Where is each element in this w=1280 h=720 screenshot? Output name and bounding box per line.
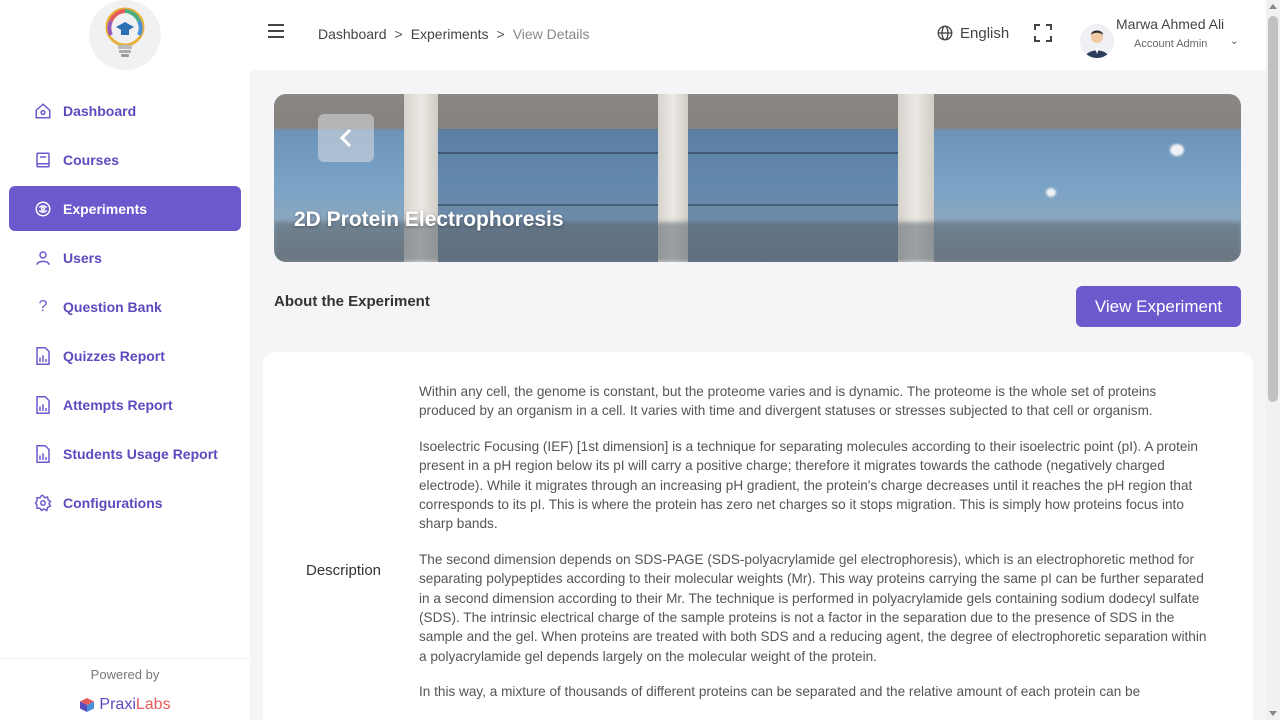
breadcrumb-experiments[interactable]: Experiments <box>411 26 489 42</box>
sidebar-item-label: Quizzes Report <box>63 347 165 364</box>
user-icon <box>33 248 53 268</box>
sidebar-item-attempts-report[interactable]: Attempts Report <box>9 382 241 427</box>
brand-suffix: Labs <box>135 696 171 713</box>
language-selector[interactable]: English <box>936 24 1009 42</box>
sidebar-item-students-usage-report[interactable]: Students Usage Report <box>9 431 241 476</box>
sidebar-item-label: Students Usage Report <box>63 445 218 462</box>
lightbulb-logo-icon <box>105 7 145 57</box>
sidebar-item-question-bank[interactable]: ? Question Bank <box>9 284 241 329</box>
scroll-down-arrow-icon[interactable] <box>1269 711 1277 716</box>
brand-prefix: Praxi <box>99 696 136 713</box>
sidebar-item-configurations[interactable]: Configurations <box>9 480 241 525</box>
banner-lamp <box>1046 188 1056 197</box>
banner-lamp <box>1170 144 1184 156</box>
powered-by-footer: Powered by Praxi Labs <box>0 658 250 720</box>
breadcrumb-separator: > <box>496 26 505 42</box>
sidebar-item-label: Experiments <box>63 200 148 217</box>
home-icon <box>33 101 53 121</box>
sidebar-item-label: Courses <box>63 151 120 168</box>
sidebar-nav: Dashboard Courses Experiments Users ? Qu… <box>9 88 241 529</box>
user-menu[interactable]: Marwa Ahmed Ali Account Admin ⌄ <box>1080 14 1260 62</box>
page-scrollbar[interactable] <box>1266 0 1280 720</box>
sidebar-item-experiments[interactable]: Experiments <box>9 186 241 231</box>
avatar <box>1080 24 1114 58</box>
sidebar-item-label: Configurations <box>63 494 163 511</box>
description-paragraph: The second dimension depends on SDS-PAGE… <box>419 551 1207 664</box>
report-icon <box>33 346 53 366</box>
sidebar: Dashboard Courses Experiments Users ? Qu… <box>0 0 250 720</box>
description-paragraph: In this way, a mixture of thousands of d… <box>419 684 1141 700</box>
book-icon <box>33 150 53 170</box>
scroll-up-arrow-icon[interactable] <box>1269 4 1277 9</box>
globe-icon <box>937 25 953 41</box>
gear-icon <box>33 493 53 513</box>
sidebar-item-label: Question Bank <box>63 298 162 315</box>
question-icon: ? <box>38 297 48 315</box>
user-role: Account Admin <box>1134 38 1208 50</box>
sidebar-item-users[interactable]: Users <box>9 235 241 280</box>
chevron-left-icon <box>339 128 352 148</box>
description-text: Within any cell, the genome is constant,… <box>419 382 1211 718</box>
experiment-banner: 2D Protein Electrophoresis <box>274 94 1241 262</box>
sidebar-item-label: Users <box>63 249 102 266</box>
description-paragraph: Within any cell, the genome is constant,… <box>419 384 1157 419</box>
scroll-thumb[interactable] <box>1268 16 1278 402</box>
chevron-down-icon: ⌄ <box>1230 36 1239 47</box>
sidebar-item-label: Attempts Report <box>63 396 173 413</box>
fullscreen-icon[interactable] <box>1034 24 1052 42</box>
report-icon <box>33 444 53 464</box>
description-card: Description Within any cell, the genome … <box>263 352 1253 720</box>
sidebar-item-dashboard[interactable]: Dashboard <box>9 88 241 133</box>
sidebar-item-label: Dashboard <box>63 102 137 119</box>
flask-icon <box>33 199 53 219</box>
app-logo[interactable] <box>89 0 161 70</box>
breadcrumb-separator: > <box>394 26 403 42</box>
breadcrumb: Dashboard > Experiments > View Details <box>318 26 589 42</box>
view-experiment-button[interactable]: View Experiment <box>1076 286 1241 327</box>
powered-by-text: Powered by <box>90 667 160 682</box>
sidebar-item-quizzes-report[interactable]: Quizzes Report <box>9 333 241 378</box>
about-heading: About the Experiment <box>274 293 430 310</box>
praxilabs-brand[interactable]: Praxi Labs <box>0 696 250 714</box>
language-label: English <box>960 24 1010 42</box>
back-button[interactable] <box>318 114 374 162</box>
user-name: Marwa Ahmed Ali <box>1116 16 1225 32</box>
menu-toggle-icon[interactable] <box>268 24 284 38</box>
report-icon <box>33 395 53 415</box>
top-header: Dashboard > Experiments > View Details E… <box>250 0 1266 70</box>
experiment-title: 2D Protein Electrophoresis <box>294 208 564 231</box>
breadcrumb-dashboard[interactable]: Dashboard <box>318 26 387 42</box>
description-label: Description <box>306 562 382 579</box>
cube-logo-icon <box>80 698 95 712</box>
breadcrumb-current: View Details <box>512 26 590 42</box>
description-paragraph: Isoelectric Focusing (IEF) [1st dimensio… <box>419 438 1198 532</box>
sidebar-item-courses[interactable]: Courses <box>9 137 241 182</box>
